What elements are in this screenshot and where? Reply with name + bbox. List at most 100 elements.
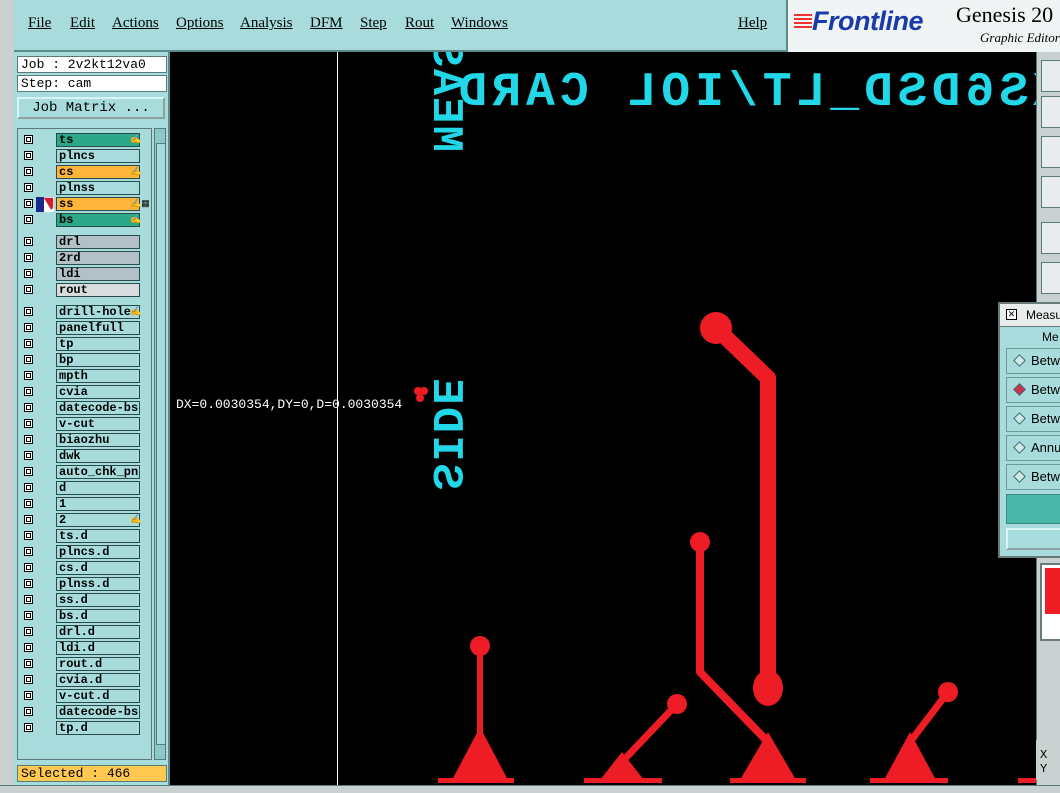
layer-row[interactable]: plncs bbox=[20, 149, 150, 164]
layer-name[interactable]: cvia.d bbox=[56, 673, 140, 687]
layer-checkbox[interactable] bbox=[24, 707, 33, 716]
layer-checkbox[interactable] bbox=[24, 451, 33, 460]
layer-select-slot[interactable] bbox=[36, 181, 54, 196]
menu-actions[interactable]: Actions bbox=[112, 15, 159, 32]
layer-select-slot[interactable] bbox=[36, 149, 54, 164]
measure-mode-option[interactable]: Between bbox=[1006, 464, 1060, 490]
layer-select-slot[interactable] bbox=[36, 449, 54, 464]
layer-checkbox[interactable] bbox=[24, 467, 33, 476]
layer-checkbox[interactable] bbox=[24, 691, 33, 700]
layer-name[interactable]: drill-hole bbox=[56, 305, 140, 319]
layer-select-slot[interactable] bbox=[36, 267, 54, 282]
radio-diamond-icon[interactable] bbox=[1013, 470, 1026, 483]
measure-mode-option[interactable]: Annular bbox=[1006, 435, 1060, 461]
layer-row[interactable]: tp bbox=[20, 337, 150, 352]
layer-row[interactable]: plnss.d bbox=[20, 577, 150, 592]
layer-row[interactable]: rout.d bbox=[20, 657, 150, 672]
route-tool-icon[interactable] bbox=[1041, 262, 1060, 294]
layer-name[interactable]: cvia bbox=[56, 385, 140, 399]
layer-row[interactable]: bs.d bbox=[20, 609, 150, 624]
scrollbar-thumb[interactable] bbox=[156, 143, 166, 745]
layer-row[interactable]: ss.d bbox=[20, 593, 150, 608]
measure-mode-option[interactable]: Between bbox=[1006, 377, 1060, 403]
menu-windows[interactable]: Windows bbox=[451, 15, 508, 32]
layer-checkbox[interactable] bbox=[24, 339, 33, 348]
layer-name[interactable]: ts bbox=[56, 133, 140, 147]
measure-mode-option[interactable]: Between bbox=[1006, 406, 1060, 432]
layer-list-scrollbar[interactable] bbox=[154, 128, 166, 760]
layer-select-slot[interactable] bbox=[36, 481, 54, 496]
layer-select-slot[interactable] bbox=[36, 369, 54, 384]
layer-checkbox[interactable] bbox=[24, 659, 33, 668]
layer-select-slot[interactable] bbox=[36, 657, 54, 672]
rotate-tool-icon[interactable] bbox=[1041, 176, 1060, 208]
layer-checkbox[interactable] bbox=[24, 515, 33, 524]
layer-work-indicator-icon[interactable] bbox=[36, 197, 54, 212]
layer-select-slot[interactable] bbox=[36, 235, 54, 250]
layer-name[interactable]: ts.d bbox=[56, 529, 140, 543]
layer-name[interactable]: rout bbox=[56, 283, 140, 297]
layer-checkbox[interactable] bbox=[24, 323, 33, 332]
layer-checkbox[interactable] bbox=[24, 183, 33, 192]
layer-checkbox[interactable] bbox=[24, 135, 33, 144]
layer-name[interactable]: plnss bbox=[56, 181, 140, 195]
layer-select-slot[interactable] bbox=[36, 561, 54, 576]
select-tool-icon[interactable] bbox=[1041, 136, 1060, 168]
menu-step[interactable]: Step bbox=[360, 15, 387, 32]
radio-diamond-icon[interactable] bbox=[1013, 441, 1026, 454]
layer-select-slot[interactable] bbox=[36, 401, 54, 416]
layer-checkbox[interactable] bbox=[24, 499, 33, 508]
layer-select-slot[interactable] bbox=[36, 545, 54, 560]
pan-tool-icon[interactable] bbox=[1041, 96, 1060, 128]
layer-name[interactable]: tp bbox=[56, 337, 140, 351]
measure-action-button[interactable] bbox=[1006, 494, 1060, 524]
menu-options[interactable]: Options bbox=[176, 15, 224, 32]
layer-select-slot[interactable] bbox=[36, 609, 54, 624]
layer-checkbox[interactable] bbox=[24, 253, 33, 262]
measure-close-button[interactable] bbox=[1006, 528, 1060, 550]
layer-name[interactable]: 2 bbox=[56, 513, 140, 527]
layer-row[interactable]: rout bbox=[20, 283, 150, 298]
layer-checkbox[interactable] bbox=[24, 435, 33, 444]
layer-row[interactable]: cs.d bbox=[20, 561, 150, 576]
layer-checkbox[interactable] bbox=[24, 237, 33, 246]
layer-select-slot[interactable] bbox=[36, 641, 54, 656]
layer-name[interactable]: tp.d bbox=[56, 721, 140, 735]
layer-select-slot[interactable] bbox=[36, 305, 54, 320]
menu-help[interactable]: Help bbox=[738, 15, 767, 32]
layer-name[interactable]: drl.d bbox=[56, 625, 140, 639]
layer-name[interactable]: 2rd bbox=[56, 251, 140, 265]
layer-row[interactable]: 2rd bbox=[20, 251, 150, 266]
layer-row[interactable]: d bbox=[20, 481, 150, 496]
layer-checkbox[interactable] bbox=[24, 269, 33, 278]
layer-name[interactable]: v-cut.d bbox=[56, 689, 140, 703]
layer-name[interactable]: ss bbox=[56, 197, 140, 211]
layer-row[interactable]: v-cut.d bbox=[20, 689, 150, 704]
layer-name[interactable]: cs bbox=[56, 165, 140, 179]
layer-select-slot[interactable] bbox=[36, 465, 54, 480]
layer-name[interactable]: plncs bbox=[56, 149, 140, 163]
pad-tool-icon[interactable] bbox=[1041, 222, 1060, 254]
layer-row[interactable]: datecode-bs bbox=[20, 705, 150, 720]
layer-row[interactable]: ldi.d bbox=[20, 641, 150, 656]
layer-select-slot[interactable] bbox=[36, 497, 54, 512]
layer-select-slot[interactable] bbox=[36, 433, 54, 448]
layer-name[interactable]: cs.d bbox=[56, 561, 140, 575]
layer-select-slot[interactable] bbox=[36, 625, 54, 640]
layer-select-slot[interactable] bbox=[36, 529, 54, 544]
layer-select-slot[interactable] bbox=[36, 165, 54, 180]
layer-select-slot[interactable] bbox=[36, 353, 54, 368]
layer-name[interactable]: ss.d bbox=[56, 593, 140, 607]
layer-checkbox[interactable] bbox=[24, 403, 33, 412]
layer-select-slot[interactable] bbox=[36, 689, 54, 704]
layer-checkbox[interactable] bbox=[24, 151, 33, 160]
layer-checkbox[interactable] bbox=[24, 199, 33, 208]
layer-row[interactable]: ldi bbox=[20, 267, 150, 282]
layer-checkbox[interactable] bbox=[24, 611, 33, 620]
layer-checkbox[interactable] bbox=[24, 307, 33, 316]
layer-checkbox[interactable] bbox=[24, 285, 33, 294]
layer-select-slot[interactable] bbox=[36, 385, 54, 400]
close-icon[interactable]: ✕ bbox=[1006, 309, 1017, 320]
layer-row[interactable]: datecode-bs bbox=[20, 401, 150, 416]
layer-name[interactable]: biaozhu bbox=[56, 433, 140, 447]
